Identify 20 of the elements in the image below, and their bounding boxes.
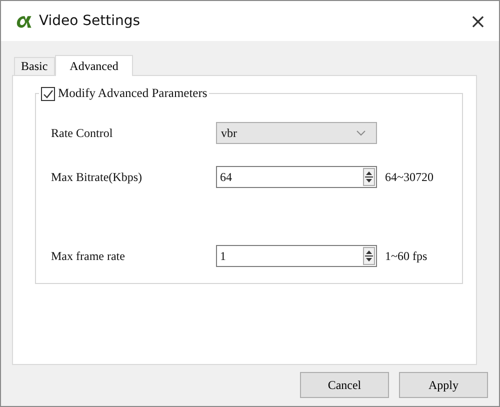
spin-field[interactable]: 1 xyxy=(216,245,377,267)
chevron-down-icon xyxy=(356,130,366,136)
field-label: Max frame rate xyxy=(51,248,126,264)
spin-arrows-icon xyxy=(363,168,375,186)
range-hint: 1~60 fps xyxy=(385,248,428,264)
field-label: Rate Control xyxy=(51,126,114,140)
dialog-button[interactable]: Cancel xyxy=(300,372,389,398)
field-label: Max Bitrate(Kbps) xyxy=(51,170,143,184)
window-title: Video Settings xyxy=(39,13,142,29)
range-hint: 64~30720 xyxy=(385,170,434,184)
spin-arrows-icon xyxy=(363,247,375,265)
close-button[interactable]: × xyxy=(461,6,495,36)
spin-field[interactable]: 64 xyxy=(216,166,377,188)
dropdown[interactable]: vbr xyxy=(216,122,377,144)
checkbox-label: Modify Advanced Parameters xyxy=(58,86,208,101)
dialog-button[interactable]: Apply xyxy=(399,372,488,398)
alpha-logo-icon xyxy=(16,14,34,28)
tab[interactable]: Basic xyxy=(14,57,55,75)
checkbox[interactable] xyxy=(41,86,55,100)
tab[interactable]: Advanced xyxy=(54,55,134,76)
